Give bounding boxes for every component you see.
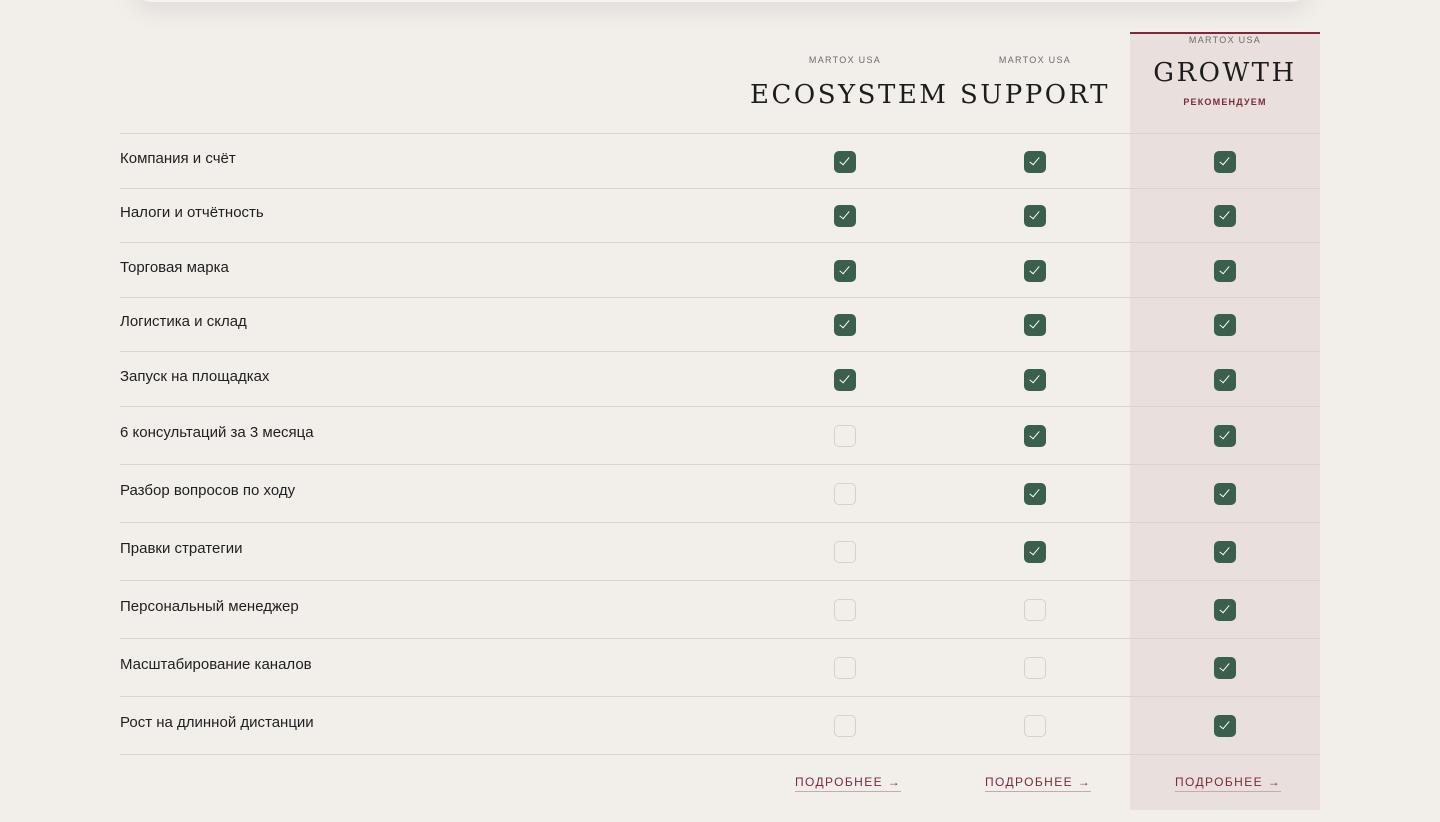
row-divider xyxy=(120,133,1320,134)
more-link-growth[interactable]: ПОДРОБНЕЕ → xyxy=(1175,775,1282,792)
check-icon xyxy=(1024,541,1046,563)
top-card xyxy=(130,0,1312,2)
row-divider xyxy=(120,522,1320,523)
plan-name: ECOSYSTEM xyxy=(750,80,949,110)
row-divider xyxy=(120,242,1320,243)
check-icon xyxy=(834,150,856,173)
feature-label: Логистика и склад xyxy=(120,313,247,330)
row-divider xyxy=(120,351,1320,352)
check-icon xyxy=(1214,368,1236,391)
check-icon xyxy=(1024,205,1046,227)
feature-label: Масштабирование каналов xyxy=(120,656,312,673)
check-icon xyxy=(1024,483,1046,505)
check-icon xyxy=(1024,368,1046,391)
plan-name: SUPPORT xyxy=(960,80,1110,110)
row-divider xyxy=(120,297,1320,298)
check-icon xyxy=(1214,150,1236,173)
empty-checkbox-icon xyxy=(834,715,856,737)
plan-brand: MARTOX USA xyxy=(808,55,882,65)
check-icon xyxy=(1024,259,1046,282)
empty-checkbox-icon xyxy=(834,425,856,447)
check-icon xyxy=(1214,314,1236,336)
check-icon xyxy=(834,314,856,336)
plan-name: GROWTH xyxy=(1153,58,1297,88)
check-icon xyxy=(1214,657,1236,679)
empty-checkbox-icon xyxy=(834,483,856,505)
plan-brand: MARTOX USA xyxy=(998,55,1072,65)
check-icon xyxy=(1214,541,1236,563)
row-divider xyxy=(120,638,1320,639)
more-link-support[interactable]: ПОДРОБНЕЕ → xyxy=(985,775,1092,792)
check-icon xyxy=(1214,425,1236,447)
check-icon xyxy=(1024,425,1046,447)
feature-label: Правки стратегии xyxy=(120,540,243,557)
check-icon xyxy=(1214,205,1236,227)
feature-label: Запуск на площадках xyxy=(120,367,270,385)
empty-checkbox-icon xyxy=(834,657,856,679)
row-divider xyxy=(120,696,1320,697)
feature-label: Персональный менеджер xyxy=(120,598,299,615)
empty-checkbox-icon xyxy=(834,541,856,563)
empty-checkbox-icon xyxy=(1024,599,1046,621)
recommended-badge: РЕКОМЕНДУЕМ xyxy=(1183,97,1267,107)
feature-label: Налоги и отчётность xyxy=(120,204,264,221)
check-icon xyxy=(834,368,856,391)
feature-label: Компания и счёт xyxy=(120,149,236,167)
feature-label: Разбор вопросов по ходу xyxy=(120,482,296,499)
plan-header-support: MARTOX USA SUPPORT xyxy=(940,54,1130,112)
row-divider xyxy=(120,188,1320,189)
plan-header-growth: MARTOX USA GROWTH РЕКОМЕНДУЕМ xyxy=(1130,34,1320,108)
row-divider xyxy=(120,580,1320,581)
empty-checkbox-icon xyxy=(1024,715,1046,737)
check-icon xyxy=(1024,314,1046,336)
check-icon xyxy=(1214,715,1236,737)
check-icon xyxy=(1024,150,1046,173)
check-icon xyxy=(834,259,856,282)
check-icon xyxy=(1214,259,1236,282)
recommended-column-highlight xyxy=(1130,32,1320,810)
plan-header-ecosystem: MARTOX USA ECOSYSTEM xyxy=(750,54,949,112)
feature-label: Рост на длинной дистанции xyxy=(120,714,314,731)
check-icon xyxy=(834,205,856,227)
row-divider xyxy=(120,406,1320,407)
feature-label: Торговая марка xyxy=(120,258,229,276)
plan-brand: MARTOX USA xyxy=(1188,35,1262,45)
row-divider xyxy=(120,464,1320,465)
check-icon xyxy=(1214,483,1236,505)
feature-label: 6 консультаций за 3 месяца xyxy=(120,424,314,441)
row-divider xyxy=(120,754,1320,755)
empty-checkbox-icon xyxy=(1024,657,1046,679)
empty-checkbox-icon xyxy=(834,599,856,621)
more-link-ecosystem[interactable]: ПОДРОБНЕЕ → xyxy=(795,775,902,792)
check-icon xyxy=(1214,599,1236,621)
